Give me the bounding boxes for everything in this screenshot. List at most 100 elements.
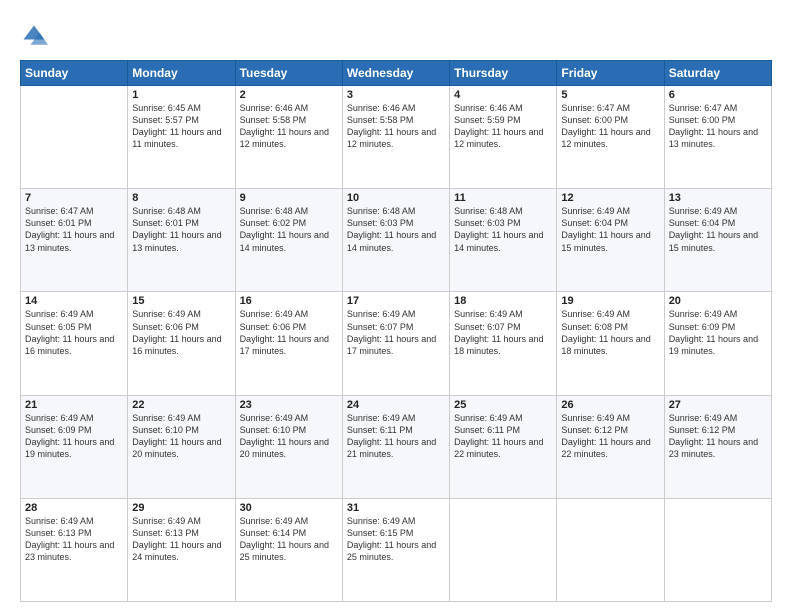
cell-details: Sunrise: 6:49 AMSunset: 6:05 PMDaylight:…	[25, 308, 123, 357]
calendar-cell: 26Sunrise: 6:49 AMSunset: 6:12 PMDayligh…	[557, 395, 664, 498]
calendar-cell: 11Sunrise: 6:48 AMSunset: 6:03 PMDayligh…	[450, 189, 557, 292]
day-number: 11	[454, 192, 552, 204]
cell-details: Sunrise: 6:49 AMSunset: 6:11 PMDaylight:…	[347, 412, 445, 461]
calendar-cell: 4Sunrise: 6:46 AMSunset: 5:59 PMDaylight…	[450, 86, 557, 189]
day-number: 30	[240, 502, 338, 514]
calendar-cell: 18Sunrise: 6:49 AMSunset: 6:07 PMDayligh…	[450, 292, 557, 395]
day-header-friday: Friday	[557, 61, 664, 86]
calendar-cell: 21Sunrise: 6:49 AMSunset: 6:09 PMDayligh…	[21, 395, 128, 498]
day-number: 13	[669, 192, 767, 204]
calendar: SundayMondayTuesdayWednesdayThursdayFrid…	[20, 60, 772, 602]
day-number: 24	[347, 399, 445, 411]
day-number: 4	[454, 89, 552, 101]
cell-details: Sunrise: 6:48 AMSunset: 6:01 PMDaylight:…	[132, 205, 230, 254]
cell-details: Sunrise: 6:47 AMSunset: 6:00 PMDaylight:…	[561, 102, 659, 151]
cell-details: Sunrise: 6:49 AMSunset: 6:12 PMDaylight:…	[561, 412, 659, 461]
cell-details: Sunrise: 6:49 AMSunset: 6:07 PMDaylight:…	[454, 308, 552, 357]
cell-details: Sunrise: 6:45 AMSunset: 5:57 PMDaylight:…	[132, 102, 230, 151]
day-number: 20	[669, 295, 767, 307]
day-number: 26	[561, 399, 659, 411]
day-number: 28	[25, 502, 123, 514]
day-header-sunday: Sunday	[21, 61, 128, 86]
calendar-cell: 30Sunrise: 6:49 AMSunset: 6:14 PMDayligh…	[235, 498, 342, 601]
cell-details: Sunrise: 6:47 AMSunset: 6:00 PMDaylight:…	[669, 102, 767, 151]
calendar-cell: 14Sunrise: 6:49 AMSunset: 6:05 PMDayligh…	[21, 292, 128, 395]
day-number: 21	[25, 399, 123, 411]
day-number: 17	[347, 295, 445, 307]
calendar-cell: 15Sunrise: 6:49 AMSunset: 6:06 PMDayligh…	[128, 292, 235, 395]
day-number: 16	[240, 295, 338, 307]
day-header-saturday: Saturday	[664, 61, 771, 86]
calendar-cell: 6Sunrise: 6:47 AMSunset: 6:00 PMDaylight…	[664, 86, 771, 189]
calendar-cell: 16Sunrise: 6:49 AMSunset: 6:06 PMDayligh…	[235, 292, 342, 395]
cell-details: Sunrise: 6:49 AMSunset: 6:06 PMDaylight:…	[132, 308, 230, 357]
calendar-cell: 1Sunrise: 6:45 AMSunset: 5:57 PMDaylight…	[128, 86, 235, 189]
week-row-1: 7Sunrise: 6:47 AMSunset: 6:01 PMDaylight…	[21, 189, 772, 292]
day-number: 22	[132, 399, 230, 411]
calendar-cell: 5Sunrise: 6:47 AMSunset: 6:00 PMDaylight…	[557, 86, 664, 189]
calendar-cell: 3Sunrise: 6:46 AMSunset: 5:58 PMDaylight…	[342, 86, 449, 189]
calendar-cell: 27Sunrise: 6:49 AMSunset: 6:12 PMDayligh…	[664, 395, 771, 498]
cell-details: Sunrise: 6:49 AMSunset: 6:06 PMDaylight:…	[240, 308, 338, 357]
cell-details: Sunrise: 6:49 AMSunset: 6:10 PMDaylight:…	[132, 412, 230, 461]
cell-details: Sunrise: 6:49 AMSunset: 6:12 PMDaylight:…	[669, 412, 767, 461]
cell-details: Sunrise: 6:47 AMSunset: 6:01 PMDaylight:…	[25, 205, 123, 254]
calendar-cell: 29Sunrise: 6:49 AMSunset: 6:13 PMDayligh…	[128, 498, 235, 601]
cell-details: Sunrise: 6:49 AMSunset: 6:09 PMDaylight:…	[669, 308, 767, 357]
cell-details: Sunrise: 6:49 AMSunset: 6:08 PMDaylight:…	[561, 308, 659, 357]
week-row-3: 21Sunrise: 6:49 AMSunset: 6:09 PMDayligh…	[21, 395, 772, 498]
day-number: 6	[669, 89, 767, 101]
day-header-tuesday: Tuesday	[235, 61, 342, 86]
calendar-cell: 17Sunrise: 6:49 AMSunset: 6:07 PMDayligh…	[342, 292, 449, 395]
calendar-cell: 2Sunrise: 6:46 AMSunset: 5:58 PMDaylight…	[235, 86, 342, 189]
day-number: 9	[240, 192, 338, 204]
calendar-cell: 13Sunrise: 6:49 AMSunset: 6:04 PMDayligh…	[664, 189, 771, 292]
calendar-cell: 20Sunrise: 6:49 AMSunset: 6:09 PMDayligh…	[664, 292, 771, 395]
day-header-wednesday: Wednesday	[342, 61, 449, 86]
cell-details: Sunrise: 6:49 AMSunset: 6:13 PMDaylight:…	[132, 515, 230, 564]
calendar-cell	[664, 498, 771, 601]
header-row: SundayMondayTuesdayWednesdayThursdayFrid…	[21, 61, 772, 86]
cell-details: Sunrise: 6:49 AMSunset: 6:15 PMDaylight:…	[347, 515, 445, 564]
calendar-cell: 8Sunrise: 6:48 AMSunset: 6:01 PMDaylight…	[128, 189, 235, 292]
day-header-thursday: Thursday	[450, 61, 557, 86]
page: SundayMondayTuesdayWednesdayThursdayFrid…	[0, 0, 792, 612]
cell-details: Sunrise: 6:48 AMSunset: 6:03 PMDaylight:…	[454, 205, 552, 254]
cell-details: Sunrise: 6:49 AMSunset: 6:13 PMDaylight:…	[25, 515, 123, 564]
calendar-cell: 24Sunrise: 6:49 AMSunset: 6:11 PMDayligh…	[342, 395, 449, 498]
calendar-cell	[557, 498, 664, 601]
day-number: 5	[561, 89, 659, 101]
day-number: 19	[561, 295, 659, 307]
cell-details: Sunrise: 6:49 AMSunset: 6:14 PMDaylight:…	[240, 515, 338, 564]
header	[20, 18, 772, 50]
cell-details: Sunrise: 6:48 AMSunset: 6:02 PMDaylight:…	[240, 205, 338, 254]
day-number: 8	[132, 192, 230, 204]
day-number: 29	[132, 502, 230, 514]
cell-details: Sunrise: 6:48 AMSunset: 6:03 PMDaylight:…	[347, 205, 445, 254]
calendar-cell: 12Sunrise: 6:49 AMSunset: 6:04 PMDayligh…	[557, 189, 664, 292]
day-number: 10	[347, 192, 445, 204]
day-number: 27	[669, 399, 767, 411]
logo	[20, 22, 50, 50]
calendar-cell: 23Sunrise: 6:49 AMSunset: 6:10 PMDayligh…	[235, 395, 342, 498]
logo-icon	[20, 22, 48, 50]
calendar-cell: 31Sunrise: 6:49 AMSunset: 6:15 PMDayligh…	[342, 498, 449, 601]
cell-details: Sunrise: 6:49 AMSunset: 6:04 PMDaylight:…	[669, 205, 767, 254]
day-header-monday: Monday	[128, 61, 235, 86]
day-number: 12	[561, 192, 659, 204]
cell-details: Sunrise: 6:46 AMSunset: 5:58 PMDaylight:…	[240, 102, 338, 151]
cell-details: Sunrise: 6:46 AMSunset: 5:59 PMDaylight:…	[454, 102, 552, 151]
day-number: 23	[240, 399, 338, 411]
calendar-cell: 19Sunrise: 6:49 AMSunset: 6:08 PMDayligh…	[557, 292, 664, 395]
calendar-cell: 9Sunrise: 6:48 AMSunset: 6:02 PMDaylight…	[235, 189, 342, 292]
day-number: 25	[454, 399, 552, 411]
day-number: 14	[25, 295, 123, 307]
calendar-cell	[450, 498, 557, 601]
calendar-cell: 25Sunrise: 6:49 AMSunset: 6:11 PMDayligh…	[450, 395, 557, 498]
day-number: 31	[347, 502, 445, 514]
week-row-4: 28Sunrise: 6:49 AMSunset: 6:13 PMDayligh…	[21, 498, 772, 601]
cell-details: Sunrise: 6:49 AMSunset: 6:11 PMDaylight:…	[454, 412, 552, 461]
cell-details: Sunrise: 6:49 AMSunset: 6:10 PMDaylight:…	[240, 412, 338, 461]
cell-details: Sunrise: 6:49 AMSunset: 6:04 PMDaylight:…	[561, 205, 659, 254]
calendar-cell: 10Sunrise: 6:48 AMSunset: 6:03 PMDayligh…	[342, 189, 449, 292]
